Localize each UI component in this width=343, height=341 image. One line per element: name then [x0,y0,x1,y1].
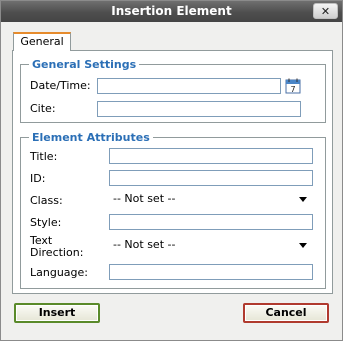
datetime-input[interactable] [97,78,281,94]
chevron-down-icon [299,243,307,248]
close-button[interactable]: ✕ [313,3,338,19]
language-label: Language: [30,266,88,279]
class-label: Class: [30,194,63,207]
style-label: Style: [30,216,62,229]
chevron-down-icon [299,197,307,202]
general-settings-legend: General Settings [32,58,137,71]
insert-button[interactable]: Insert [14,303,100,323]
cite-label: Cite: [30,102,56,115]
svg-text:7: 7 [290,85,295,94]
id-input[interactable] [109,170,313,186]
class-select[interactable]: -- Not set -- [109,192,310,208]
tab-general[interactable]: General [13,32,71,51]
text-direction-select[interactable]: -- Not set -- [109,238,310,254]
dialog-title: Insertion Element [111,4,232,18]
datetime-label: Date/Time: [30,79,91,92]
class-select-value: -- Not set -- [113,192,176,205]
close-icon: ✕ [320,5,331,18]
title-label: Title: [30,150,58,163]
style-input[interactable] [109,214,313,230]
id-label: ID: [30,172,46,185]
cite-input[interactable] [97,101,301,117]
text-direction-select-value: -- Not set -- [113,238,176,251]
insertion-element-dialog: Insertion Element ✕ General General Sett… [0,0,343,341]
element-attributes-legend: Element Attributes [32,131,150,144]
cancel-button[interactable]: Cancel [243,303,329,323]
text-direction-label-line2: Direction: [30,246,84,259]
title-input[interactable] [109,148,313,164]
calendar-icon[interactable]: 7 [285,78,301,94]
language-input[interactable] [109,264,313,280]
title-bar[interactable]: Insertion Element ✕ [1,1,342,22]
tab-general-label: General [20,35,64,48]
